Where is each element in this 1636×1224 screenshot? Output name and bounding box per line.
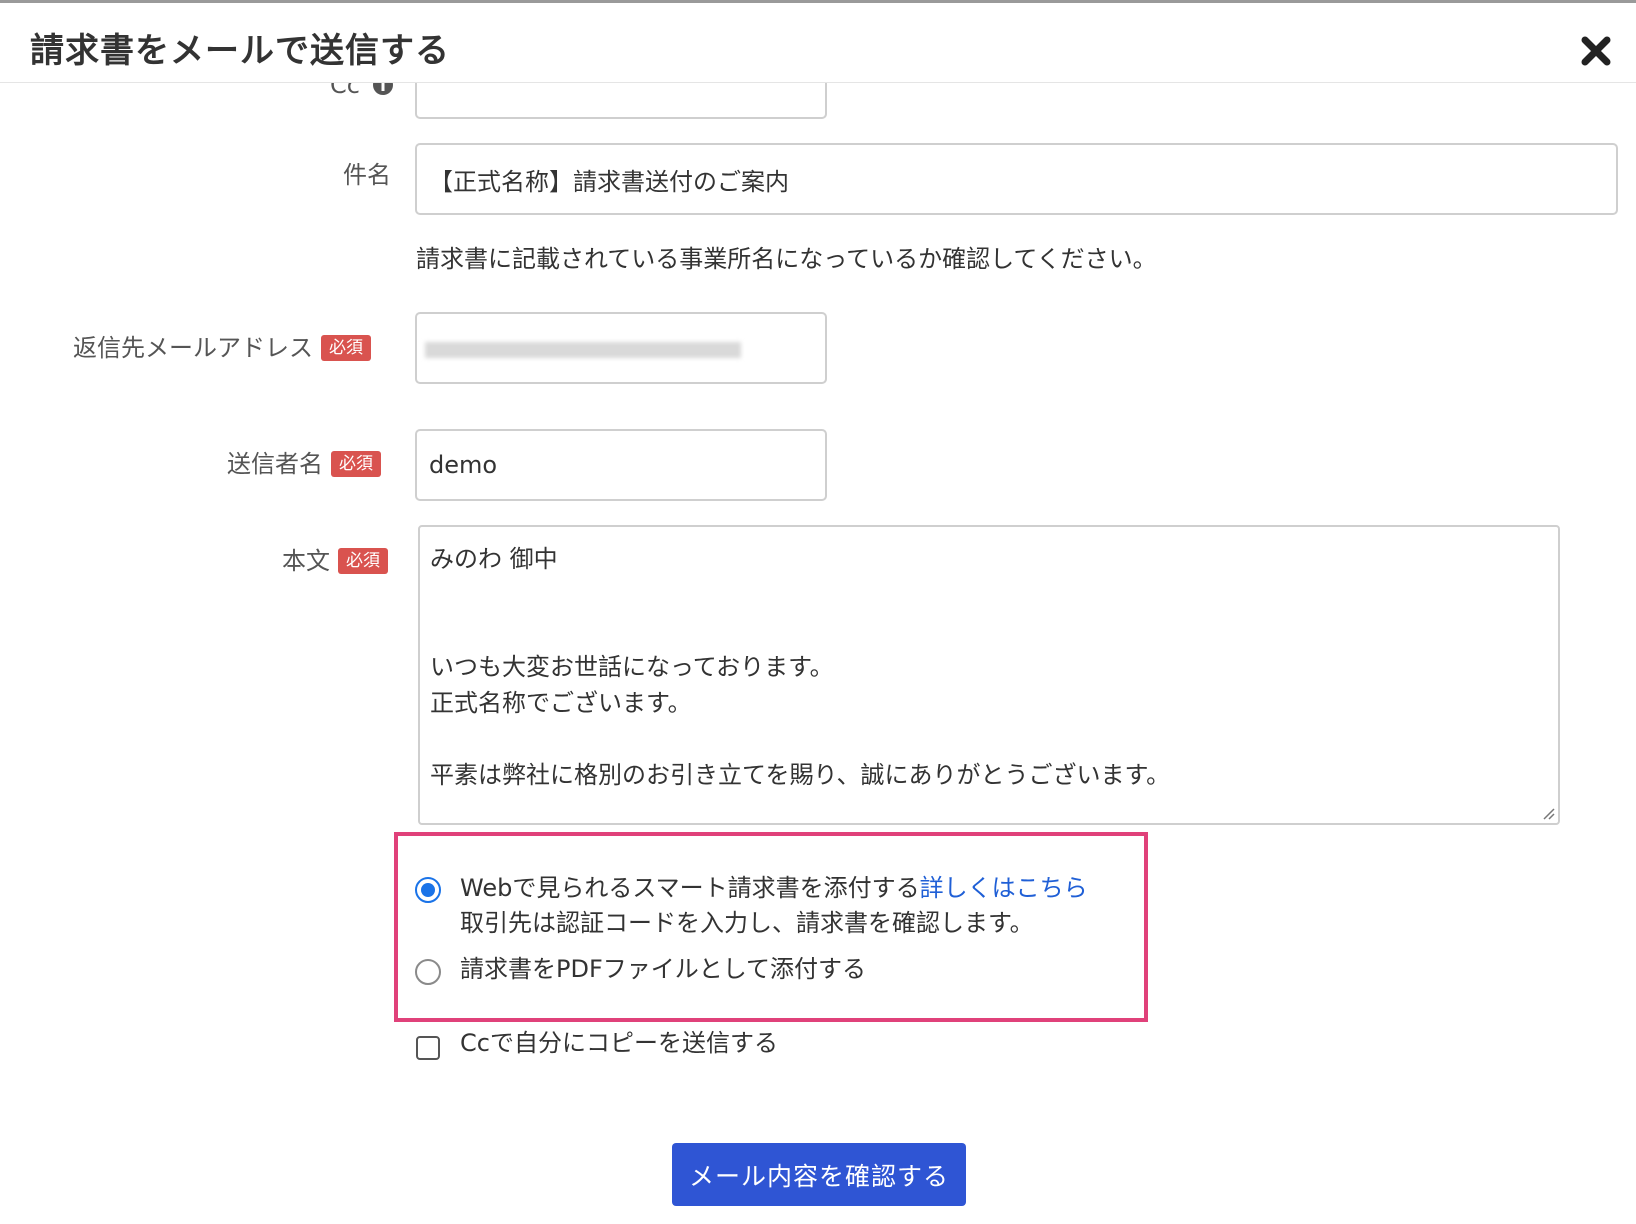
body-label-text: 本文	[282, 547, 330, 575]
close-icon	[1581, 36, 1611, 66]
sender-name-label: 送信者名 必須	[227, 444, 381, 479]
modal-title: 請求書をメールで送信する	[30, 31, 450, 71]
required-badge: 必須	[338, 548, 388, 574]
sender-name-label-text: 送信者名	[227, 450, 323, 478]
body-label: 本文 必須	[282, 541, 388, 576]
redacted-email	[425, 342, 741, 358]
cc-label: Cc	[330, 83, 394, 99]
smart-invoice-option: Webで見られるスマート請求書を添付する詳しくはこちら	[460, 868, 1088, 903]
subject-help-text: 請求書に記載されている事業所名になっているか確認してください。	[416, 245, 1157, 273]
body-textarea[interactable]: みのわ 御中 いつも大変お世話になっております。 正式名称でございます。 平素は…	[418, 525, 1560, 825]
details-link[interactable]: 詳しくはこちら	[920, 874, 1088, 902]
info-icon	[372, 83, 393, 95]
resize-grip-icon[interactable]	[1540, 805, 1556, 821]
reply-to-label-text: 返信先メールアドレス	[73, 334, 313, 362]
cc-self-label: Ccで自分にコピーを送信する	[460, 1029, 778, 1057]
cc-self-checkbox[interactable]	[416, 1036, 440, 1060]
reply-to-email-input[interactable]	[415, 312, 827, 384]
required-badge: 必須	[321, 335, 371, 361]
subject-input[interactable]	[415, 143, 1618, 215]
smart-invoice-note: 取引先は認証コードを入力し、請求書を確認します。	[460, 909, 1034, 937]
subject-label: 件名	[343, 161, 391, 189]
pdf-attachment-label: 請求書をPDFファイルとして添付する	[460, 955, 867, 983]
pdf-attachment-radio[interactable]	[415, 959, 441, 985]
cc-label-text: Cc	[330, 83, 360, 99]
smart-invoice-radio[interactable]	[415, 877, 441, 903]
modal-body: Cc 件名 請求書に記載されている事業所名になっているか確認してください。 返信…	[0, 83, 1636, 1224]
sender-name-input[interactable]	[415, 429, 827, 501]
required-badge: 必須	[331, 451, 381, 477]
modal-header: 請求書をメールで送信する	[0, 3, 1636, 83]
confirm-email-button[interactable]: メール内容を確認する	[672, 1143, 966, 1206]
close-button[interactable]	[1576, 31, 1616, 71]
smart-invoice-label: Webで見られるスマート請求書を添付する	[460, 874, 920, 902]
reply-to-label: 返信先メールアドレス 必須	[73, 328, 371, 363]
cc-input[interactable]	[415, 83, 827, 119]
